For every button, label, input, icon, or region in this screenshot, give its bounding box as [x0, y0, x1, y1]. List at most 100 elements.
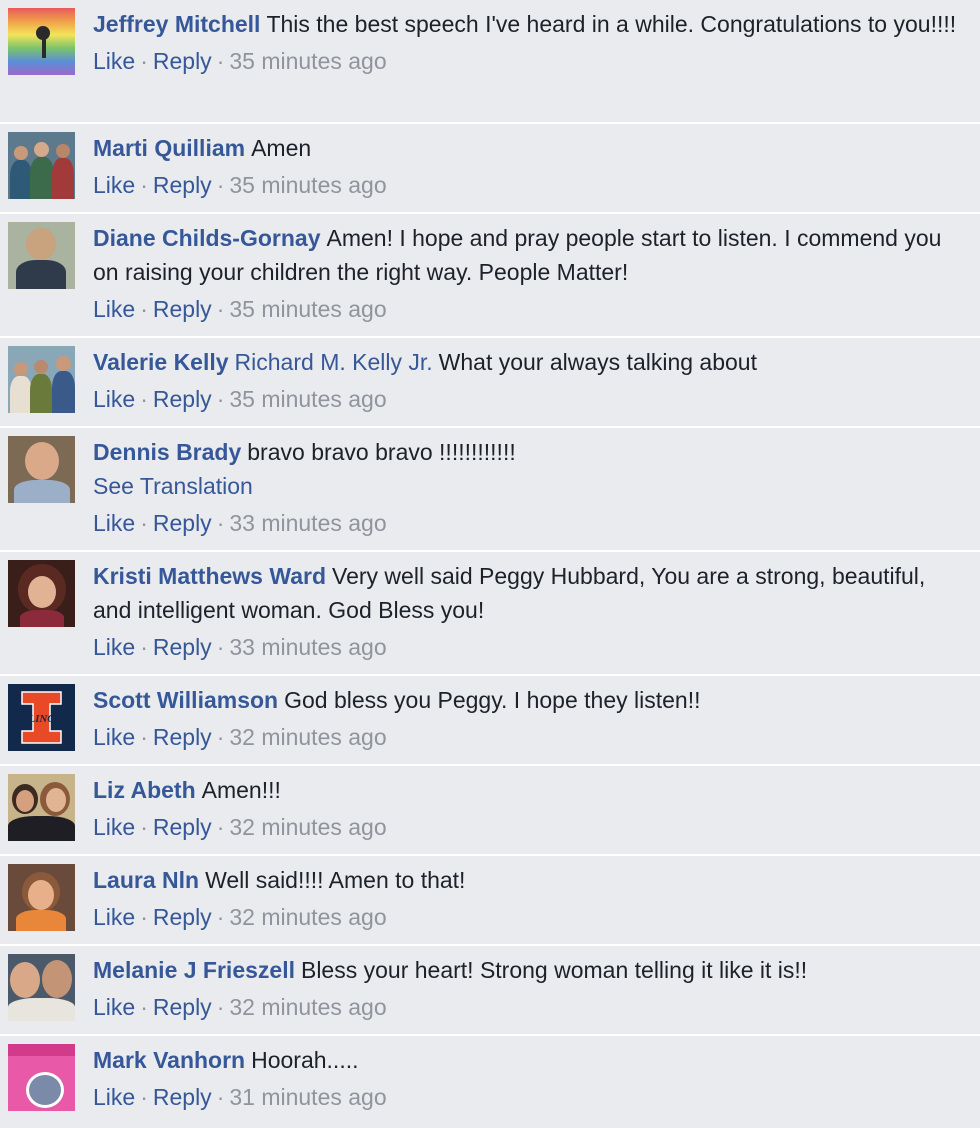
comment-body: Well said!!!! Amen to that! [205, 867, 466, 893]
comment-timestamp[interactable]: 35 minutes ago [229, 386, 386, 412]
comment-text: Diane Childs-Gornay Amen! I hope and pray… [93, 221, 960, 289]
comment-timestamp[interactable]: 35 minutes ago [229, 172, 386, 198]
avatar[interactable] [8, 954, 75, 1021]
comment-list: Jeffrey Mitchell This the best speech I'v… [0, 0, 980, 1128]
avatar[interactable] [8, 132, 75, 199]
comment-actions: Like · Reply · 33 minutes ago [93, 634, 387, 660]
comment-body: Hoorah..... [251, 1047, 359, 1073]
comment-actions: Like · Reply · 35 minutes ago [93, 48, 387, 74]
comment-author[interactable]: Scott Williamson [93, 687, 278, 713]
comment-timestamp[interactable]: 32 minutes ago [229, 904, 386, 930]
comment-item: Diane Childs-Gornay Amen! I hope and pray… [0, 214, 980, 338]
avatar[interactable] [8, 222, 75, 289]
like-link[interactable]: Like [93, 386, 135, 412]
avatar[interactable]: ILLINOIS [8, 684, 75, 751]
comment-body: Bless your heart! Strong woman telling i… [300, 957, 808, 983]
like-link[interactable]: Like [93, 814, 135, 840]
comment-timestamp[interactable]: 32 minutes ago [229, 724, 386, 750]
comment-timestamp[interactable]: 33 minutes ago [229, 510, 386, 536]
comment-item: Laura Nln Well said!!!! Amen to that! Lik… [0, 856, 980, 946]
comment-item: Jeffrey Mitchell This the best speech I'v… [0, 0, 980, 124]
comment-timestamp[interactable]: 35 minutes ago [229, 296, 386, 322]
mention-link[interactable]: Richard M. Kelly Jr. [235, 349, 433, 375]
comment-item: Marti Quilliam Amen Like · Reply · 35 minutes… [0, 124, 980, 214]
like-link[interactable]: Like [93, 1084, 135, 1110]
comment-author[interactable]: Laura Nln [93, 867, 199, 893]
reply-link[interactable]: Reply [153, 510, 212, 536]
comment-text: Mark Vanhorn Hoorah..... [93, 1043, 960, 1077]
avatar[interactable] [8, 1044, 75, 1111]
like-link[interactable]: Like [93, 994, 135, 1020]
comment-actions: Like · Reply · 35 minutes ago [93, 296, 387, 322]
like-link[interactable]: Like [93, 172, 135, 198]
like-link[interactable]: Like [93, 634, 135, 660]
comment-body: What your always talking about [438, 349, 757, 375]
reply-link[interactable]: Reply [153, 1084, 212, 1110]
comment-author[interactable]: Dennis Brady [93, 439, 241, 465]
reply-link[interactable]: Reply [153, 296, 212, 322]
comment-actions: Like · Reply · 32 minutes ago [93, 724, 387, 750]
reply-link[interactable]: Reply [153, 48, 212, 74]
comment-actions: Like · Reply · 31 minutes ago [93, 1084, 387, 1110]
comment-timestamp[interactable]: 33 minutes ago [229, 634, 386, 660]
like-link[interactable]: Like [93, 296, 135, 322]
like-link[interactable]: Like [93, 48, 135, 74]
avatar[interactable] [8, 774, 75, 841]
like-link[interactable]: Like [93, 510, 135, 536]
reply-link[interactable]: Reply [153, 386, 212, 412]
comment-item: Mark Vanhorn Hoorah..... Like · Reply · 31 mi… [0, 1036, 980, 1128]
comment-text: Laura Nln Well said!!!! Amen to that! [93, 863, 960, 897]
comment-timestamp[interactable]: 31 minutes ago [229, 1084, 386, 1110]
comment-text: Valerie Kelly Richard M. Kelly Jr. What yo… [93, 345, 960, 379]
avatar[interactable] [8, 436, 75, 503]
reply-link[interactable]: Reply [153, 724, 212, 750]
comment-item: Kristi Matthews Ward Very well said Peggy… [0, 552, 980, 676]
comment-text: Dennis Brady bravo bravo bravo !!!!!!!!!!… [93, 435, 960, 469]
avatar[interactable] [8, 346, 75, 413]
comment-actions: Like · Reply · 32 minutes ago [93, 814, 387, 840]
reply-link[interactable]: Reply [153, 904, 212, 930]
comment-author[interactable]: Kristi Matthews Ward [93, 563, 326, 589]
reply-link[interactable]: Reply [153, 172, 212, 198]
reply-link[interactable]: Reply [153, 814, 212, 840]
comment-text: Scott Williamson God bless you Peggy. I h… [93, 683, 960, 717]
see-translation-link[interactable]: See Translation [93, 469, 960, 503]
comment-author[interactable]: Jeffrey Mitchell [93, 11, 260, 37]
comment-timestamp[interactable]: 32 minutes ago [229, 814, 386, 840]
comment-body: This the best speech I've heard in a whi… [266, 11, 957, 37]
comment-author[interactable]: Melanie J Frieszell [93, 957, 295, 983]
comment-item: Melanie J Frieszell Bless your heart! Str… [0, 946, 980, 1036]
comment-actions: Like · Reply · 32 minutes ago [93, 904, 387, 930]
comment-body: bravo bravo bravo !!!!!!!!!!!! [247, 439, 516, 465]
comment-actions: Like · Reply · 32 minutes ago [93, 994, 387, 1020]
comment-actions: Like · Reply · 35 minutes ago [93, 386, 387, 412]
comment-author[interactable]: Marti Quilliam [93, 135, 245, 161]
comment-timestamp[interactable]: 35 minutes ago [229, 48, 386, 74]
comment-text: Jeffrey Mitchell This the best speech I'v… [93, 7, 960, 41]
comment-body: Amen!!! [201, 777, 281, 803]
comment-item: Liz Abeth Amen!!! Like · Reply · 32 minutes a… [0, 766, 980, 856]
comment-author[interactable]: Diane Childs-Gornay [93, 225, 320, 251]
comment-text: Melanie J Frieszell Bless your heart! Str… [93, 953, 960, 987]
reply-link[interactable]: Reply [153, 634, 212, 660]
comment-body: God bless you Peggy. I hope they listen!… [284, 687, 701, 713]
illinois-logo-icon: ILLINOIS [16, 691, 66, 744]
comment-item: Valerie Kelly Richard M. Kelly Jr. What yo… [0, 338, 980, 428]
comment-author[interactable]: Valerie Kelly [93, 349, 229, 375]
comment-text: Marti Quilliam Amen [93, 131, 960, 165]
comment-body: Amen [251, 135, 312, 161]
avatar[interactable] [8, 560, 75, 627]
comment-text: Liz Abeth Amen!!! [93, 773, 960, 807]
comment-timestamp[interactable]: 32 minutes ago [229, 994, 386, 1020]
comment-author[interactable]: Liz Abeth [93, 777, 196, 803]
like-link[interactable]: Like [93, 724, 135, 750]
comment-author[interactable]: Mark Vanhorn [93, 1047, 245, 1073]
comment-actions: Like · Reply · 35 minutes ago [93, 172, 387, 198]
comment-text: Kristi Matthews Ward Very well said Peggy… [93, 559, 960, 627]
comment-item: Dennis Brady bravo bravo bravo !!!!!!!!!!… [0, 428, 980, 552]
reply-link[interactable]: Reply [153, 994, 212, 1020]
like-link[interactable]: Like [93, 904, 135, 930]
illinois-logo-text: ILLINOIS [16, 713, 65, 725]
avatar[interactable] [8, 864, 75, 931]
avatar[interactable] [8, 8, 75, 75]
